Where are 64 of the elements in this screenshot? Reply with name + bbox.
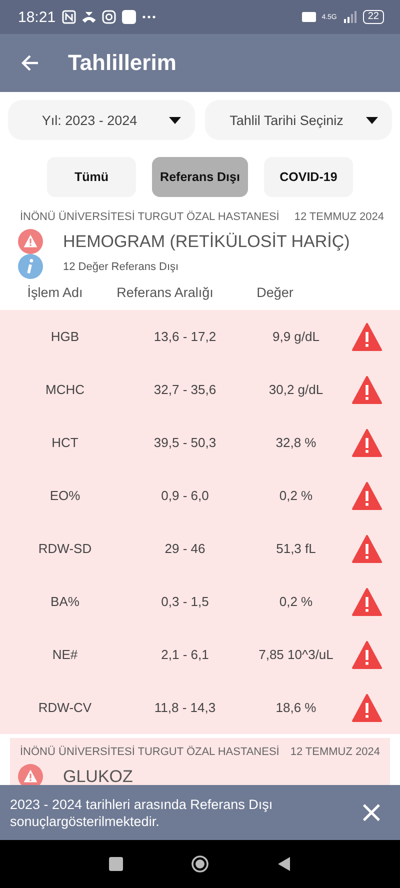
result-value: 30,2 g/dL — [268, 382, 324, 397]
battery-level: 22 — [362, 10, 384, 24]
result-date: 12 TEMMUZ 2024 — [294, 211, 384, 223]
result-value: 7,85 10^3/uL — [258, 647, 334, 662]
status-time: 18:21 — [18, 8, 56, 26]
result-value: 51,3 fL — [275, 541, 317, 556]
nfc-icon — [62, 10, 76, 24]
info-icon — [18, 254, 43, 279]
dropdown[interactable]: Yıl: 2023 - 2024 — [8, 100, 195, 140]
hospital-name: İNÖNÜ ÜNİVERSİTESİ TURGUT ÖZAL HASTANESİ — [20, 211, 280, 223]
app-icon — [122, 10, 136, 24]
result-value: 0,2 % — [278, 488, 314, 503]
reference-range: 0,9 - 6,0 — [160, 488, 210, 503]
close-button[interactable]: × — [358, 798, 384, 828]
test-item-name: HGB — [50, 329, 80, 344]
test-item-name: HCT — [50, 435, 80, 450]
result-date: 12 TEMMUZ 2024 — [290, 746, 380, 758]
warning-icon — [352, 640, 382, 668]
test-item-name: BA% — [50, 594, 80, 609]
reference-range: 39,5 - 50,3 — [152, 435, 218, 450]
result-value: 9,9 g/dL — [272, 329, 320, 344]
reference-range: 32,7 - 35,6 — [152, 382, 218, 397]
reference-range: 13,6 - 17,2 — [152, 329, 218, 344]
home-icon[interactable] — [191, 855, 209, 873]
reference-range: 2,1 - 6,1 — [160, 647, 210, 662]
signal-icon — [342, 10, 357, 24]
warning-icon — [352, 534, 382, 562]
column-header: Değer — [256, 285, 294, 300]
caret-icon — [169, 117, 181, 124]
test-item-name: MCHC — [44, 382, 86, 397]
screen-title: Tahlillerim — [68, 50, 176, 76]
test-item-name: EO% — [48, 488, 82, 503]
filter-tab[interactable]: Referans Dışı — [152, 157, 248, 197]
reference-range: 11,8 - 14,3 — [153, 700, 217, 715]
reference-range: 0,3 - 1,5 — [160, 594, 210, 609]
warning-icon — [18, 229, 43, 254]
warning-icon — [352, 322, 382, 350]
filter-tab[interactable]: Tümü — [47, 157, 136, 197]
filter-tab[interactable]: COVID-19 — [264, 157, 353, 197]
caret-icon — [366, 117, 378, 124]
dropdown[interactable]: Tahlil Tarihi Seçiniz — [205, 100, 392, 140]
column-header: İşlem Adı — [26, 285, 84, 300]
warning-icon — [352, 482, 382, 510]
result-value: 0,2 % — [278, 594, 314, 609]
test-item-name: RDW-CV — [37, 700, 93, 715]
warning-icon — [352, 376, 382, 404]
reference-range: 29 - 46 — [164, 541, 206, 556]
test-item-name: RDW-SD — [37, 541, 93, 556]
hospital-name: İNÖNÜ ÜNİVERSİTESİ TURGUT ÖZAL HASTANESİ — [20, 746, 280, 758]
test-item-name: NE# — [51, 647, 79, 662]
missed-call-icon — [82, 10, 96, 24]
warning-icon — [352, 428, 382, 456]
test-name: HEMOGRAM (RETİKÜLOSİT HARİÇ) — [63, 232, 350, 252]
warning-icon — [352, 694, 382, 722]
warning-icon — [352, 588, 382, 616]
column-header: Referans Aralığı — [116, 285, 214, 300]
test-name: GLUKOZ — [63, 766, 133, 785]
back-arrow-icon[interactable] — [20, 53, 40, 73]
snackbar-message: 2023 - 2024 tarihleri arasında Referans Dışı sonuçlargösterilmektedir. — [10, 796, 274, 830]
result-value: 18,6 % — [274, 700, 318, 715]
result-value: 32,8 % — [274, 435, 318, 450]
out-of-range-count: 12 Değer Referans Dışı — [63, 260, 179, 272]
camera-icon — [102, 10, 116, 24]
recents-icon[interactable] — [107, 855, 125, 873]
